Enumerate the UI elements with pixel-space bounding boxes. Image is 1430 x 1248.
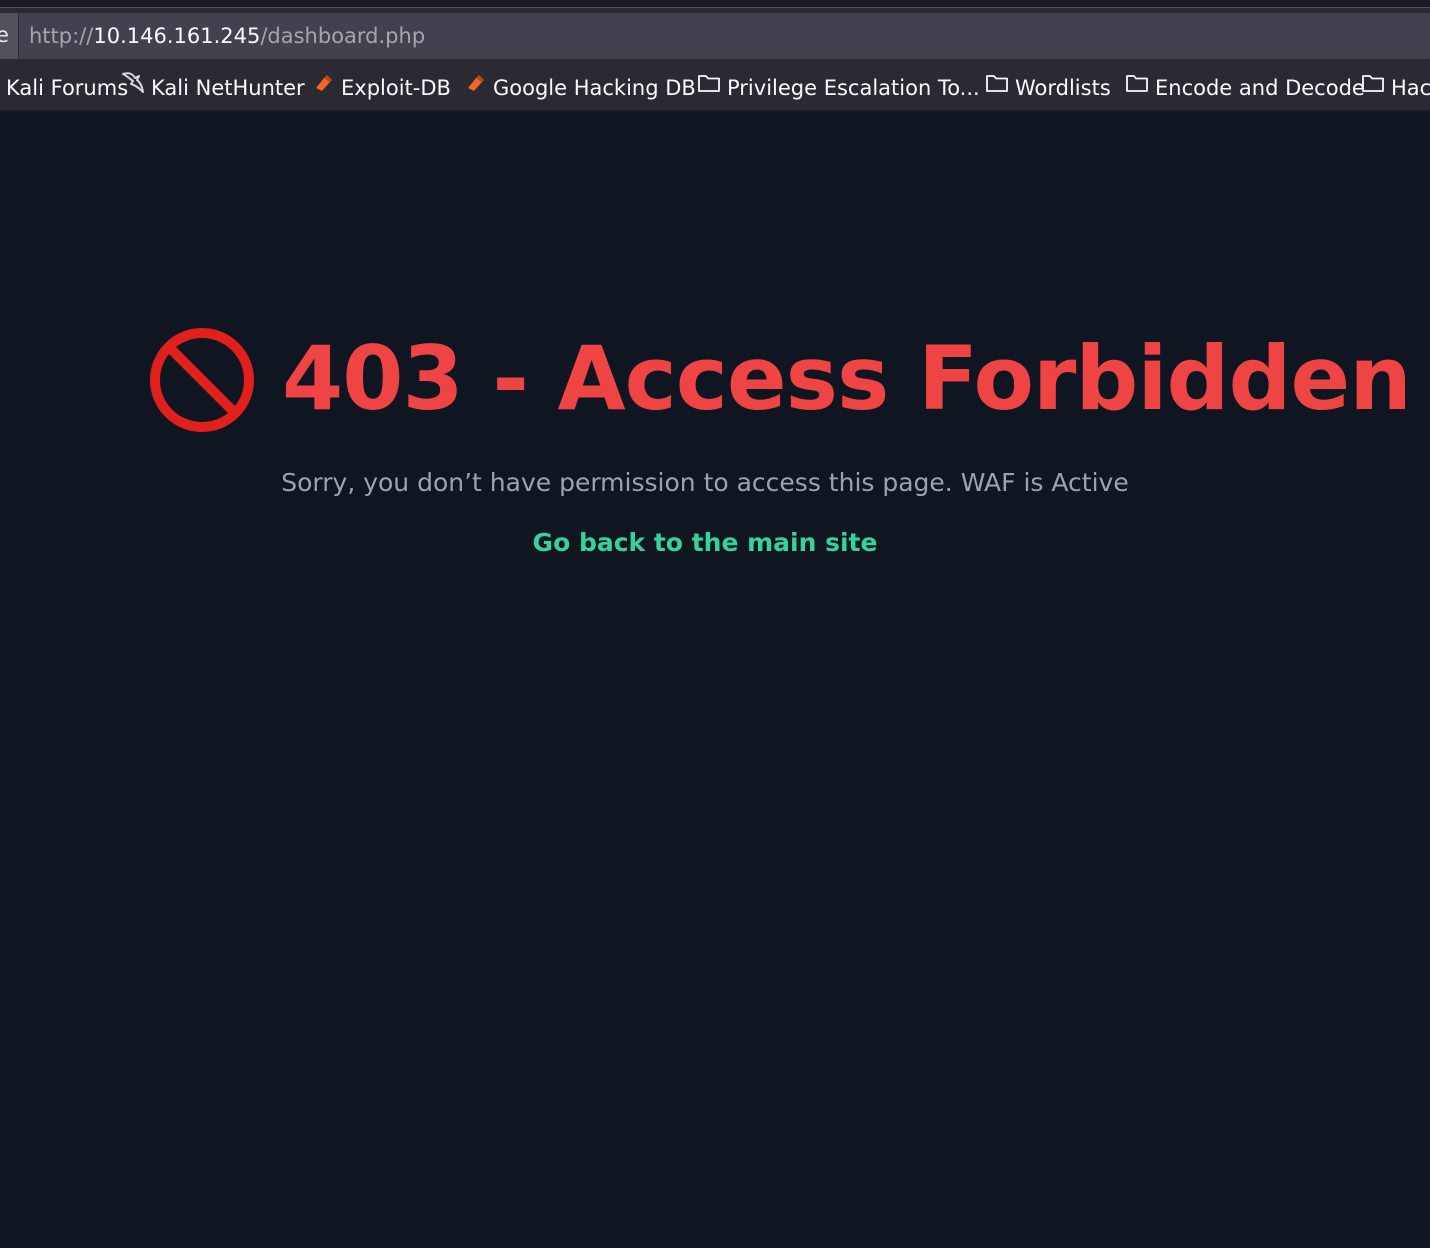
exploit-db-icon: [313, 64, 335, 110]
url-text[interactable]: http://10.146.161.245/dashboard.php: [29, 13, 425, 59]
prohibited-icon: [150, 328, 254, 432]
bookmark-folder-privilege-escalation[interactable]: Privilege Escalation To...: [697, 64, 980, 110]
bookmark-kali-forums[interactable]: Kali Forums: [0, 64, 128, 110]
url-path: /dashboard.php: [260, 24, 426, 48]
page-content: 403 - Access Forbidden Sorry, you don’t …: [0, 112, 1430, 1248]
browser-chrome: e http://10.146.161.245/dashboard.php Ka…: [0, 0, 1430, 112]
bookmark-label: Kali Forums: [6, 76, 129, 100]
bookmark-folder-encode-decode[interactable]: Encode and Decode: [1125, 64, 1365, 110]
bookmark-label: Kali NetHunter: [151, 76, 305, 100]
folder-icon: [985, 64, 1009, 110]
folder-icon: [1361, 64, 1385, 110]
bookmark-kali-nethunter[interactable]: Kali NetHunter: [121, 64, 305, 110]
kali-dragon-icon: [121, 64, 145, 110]
bookmark-label: Hac: [1391, 76, 1430, 100]
tab-strip: [0, 0, 1430, 8]
bookmark-folder-wordlists[interactable]: Wordlists: [985, 64, 1111, 110]
identity-button[interactable]: e: [0, 13, 19, 59]
bookmark-label: Encode and Decode: [1155, 76, 1365, 100]
bookmark-label: Google Hacking DB: [493, 76, 696, 100]
bookmarks-toolbar: Kali Forums Kali NetHunter Exploit-DB Go…: [0, 64, 1430, 110]
navigation-toolbar: e http://10.146.161.245/dashboard.php: [0, 8, 1430, 62]
bookmark-label: Wordlists: [1015, 76, 1111, 100]
url-host: 10.146.161.245: [93, 24, 261, 48]
ghdb-icon: [465, 64, 487, 110]
bookmark-exploit-db[interactable]: Exploit-DB: [313, 64, 451, 110]
folder-icon: [1125, 64, 1149, 110]
url-scheme: http://: [29, 24, 94, 48]
bookmark-google-hacking-db[interactable]: Google Hacking DB: [465, 64, 696, 110]
page-title: 403 - Access Forbidden: [282, 327, 1412, 430]
bookmark-folder-hacking[interactable]: Hac: [1361, 64, 1430, 110]
folder-icon: [697, 64, 721, 110]
bookmark-label: Privilege Escalation To...: [727, 76, 980, 100]
error-message: Sorry, you don’t have permission to acce…: [281, 468, 1129, 497]
back-to-main-site-link[interactable]: Go back to the main site: [0, 528, 1410, 557]
bookmark-label: Exploit-DB: [341, 76, 451, 100]
